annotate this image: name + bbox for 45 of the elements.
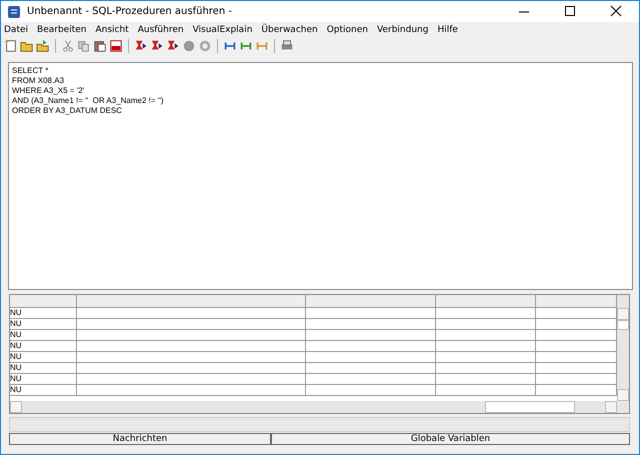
table-cell: NU [10, 385, 77, 396]
vertical-scrollbar[interactable] [617, 295, 629, 401]
menu-item[interactable]: Ansicht [95, 24, 129, 34]
menu-item[interactable]: Überwachen [261, 24, 318, 34]
column-header[interactable] [77, 295, 306, 308]
paste-icon[interactable] [93, 38, 107, 52]
menu-item[interactable]: Optionen [326, 24, 368, 34]
stop-icon[interactable] [198, 38, 212, 52]
horizontal-scrollbar[interactable] [10, 401, 629, 413]
table-cell: NU [10, 341, 77, 352]
folder-icon[interactable] [36, 38, 50, 52]
table-cell: NU [10, 308, 77, 319]
table-cell: NU [10, 319, 77, 330]
run-icon[interactable] [166, 38, 180, 52]
code-line: SELECT * [12, 66, 50, 76]
table-cell: NU [10, 374, 77, 385]
menu-item[interactable]: Ausführen [138, 24, 184, 34]
window-title: Unbenannt - SQL-Prozeduren ausführen - [27, 6, 233, 17]
run-icon[interactable] [150, 38, 164, 52]
table-cell: NU [10, 352, 77, 363]
tab[interactable]: Nachrichten [9, 433, 271, 445]
tab[interactable]: Globale Variablen [271, 433, 630, 445]
code-line: AND (A3_Name1 != '' OR A3_Name2 != '') [12, 96, 165, 106]
menu-item[interactable]: Bearbeiten [37, 24, 86, 34]
sql-editor[interactable]: SELECT * FROM X08.A3 WHERE A3_X5 = '2' AND (A3_Name1 != '' OR A3_Name2 != '') ORDER BY A3_DATUM DESC [8, 62, 633, 290]
menu-item[interactable]: Verbindung [377, 24, 428, 34]
code-line: ORDER BY A3_DATUM DESC [12, 106, 123, 116]
copy-icon[interactable] [77, 38, 91, 52]
column-header[interactable] [536, 295, 617, 308]
menu-item[interactable]: Datei [4, 24, 28, 34]
document-icon[interactable] [109, 38, 123, 52]
run-icon[interactable] [134, 38, 148, 52]
code-line: WHERE A3_X5 = '2' [12, 86, 86, 96]
app-icon [7, 4, 21, 18]
table-cell: NU [10, 330, 77, 341]
menu-item[interactable]: Hilfe [437, 24, 458, 34]
new-file-icon[interactable] [4, 38, 18, 52]
printer-icon[interactable] [280, 38, 294, 52]
menu-item[interactable]: VisualExplain [192, 24, 252, 34]
column-header[interactable] [436, 295, 536, 308]
table-cell: NU [10, 363, 77, 374]
scissors-icon[interactable] [61, 38, 75, 52]
column-header[interactable] [306, 295, 436, 308]
column-header[interactable] [10, 295, 77, 308]
code-line: FROM X08.A3 [12, 76, 66, 86]
